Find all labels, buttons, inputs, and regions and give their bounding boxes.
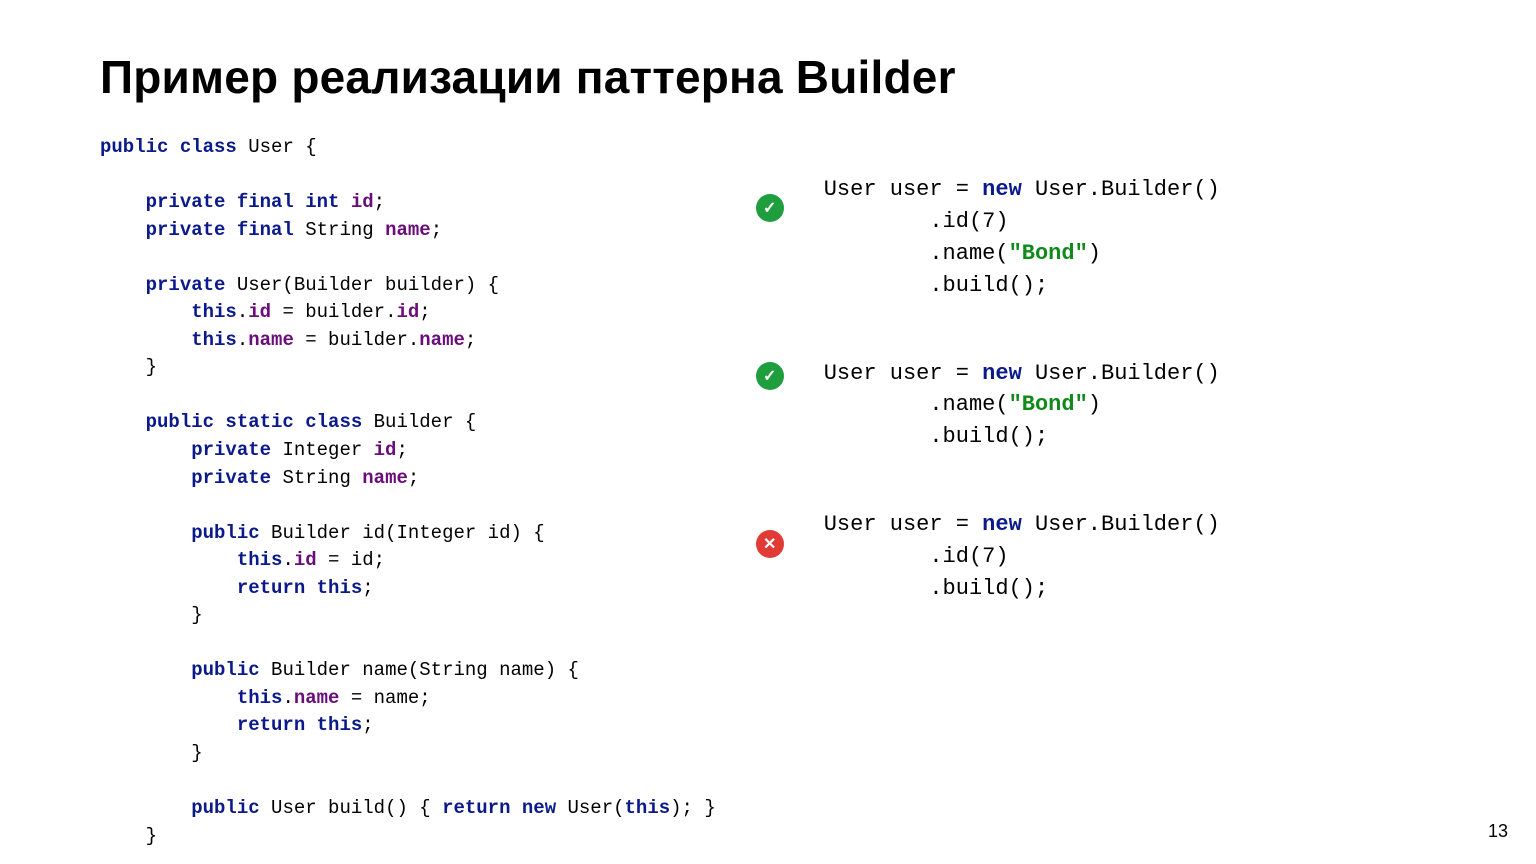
txt-userdecl: User user = — [824, 361, 982, 386]
txt-userdecl: User user = — [824, 512, 982, 537]
example-3: User user = new User.Builder() .id(7) .b… — [824, 509, 1220, 605]
brace-close: } — [191, 742, 202, 764]
check-glyph: ✓ — [763, 198, 776, 218]
code-left: public class User { private final int id… — [100, 134, 716, 864]
fld-id: id — [396, 301, 419, 323]
txt-id-call: .id(7) — [824, 544, 1009, 569]
kw-public-class: public class — [100, 136, 248, 158]
kw-public-static-class: public static class — [146, 411, 374, 433]
txt-name-call: .name( — [824, 241, 1009, 266]
kw-new: new — [982, 361, 1035, 386]
dot: . — [282, 687, 293, 709]
txt-build-call: .build(); — [824, 424, 1048, 449]
txt-string: String — [282, 467, 362, 489]
str-bond: "Bond" — [1009, 392, 1088, 417]
txt-build-call: .build(); — [824, 576, 1048, 601]
txt-builder-call: User.Builder() — [1035, 361, 1220, 386]
kw-this: this — [237, 549, 283, 571]
kw-this: this — [237, 687, 283, 709]
txt-name-call: .name( — [824, 392, 1009, 417]
kw-public: public — [191, 797, 271, 819]
fld-name: name — [419, 329, 465, 351]
txt-assign: = builder. — [271, 301, 396, 323]
txt-builder: Builder { — [374, 411, 477, 433]
txt-build: User build() { — [271, 797, 442, 819]
check-icon: ✓ — [756, 362, 784, 390]
txt-id-call: .id(7) — [824, 209, 1009, 234]
dot: . — [282, 549, 293, 571]
kw-new: new — [982, 177, 1035, 202]
cross-icon: ✕ — [756, 530, 784, 558]
kw-public: public — [191, 659, 271, 681]
txt-id-method: Builder id(Integer id) { — [271, 522, 545, 544]
kw-return-new: return new — [442, 797, 567, 819]
page-number: 13 — [1488, 821, 1508, 842]
txt-integer: Integer — [282, 439, 373, 461]
txt-build-call: .build(); — [824, 273, 1048, 298]
kw-new: new — [982, 512, 1035, 537]
fld-name: name — [248, 329, 294, 351]
fld-id: id — [351, 191, 374, 213]
page-title: Пример реализации паттерна Builder — [100, 50, 1436, 104]
kw-public: public — [191, 522, 271, 544]
txt-close: ); } — [670, 797, 716, 819]
txt-ctor: User(Builder builder) { — [237, 274, 499, 296]
kw-return-this: return this — [237, 714, 362, 736]
kw-private: private — [191, 439, 282, 461]
txt-user: User { — [248, 136, 316, 158]
paren: ) — [1088, 392, 1101, 417]
slide-body: public class User { private final int id… — [100, 134, 1436, 864]
kw-this: this — [625, 797, 671, 819]
fld-name: name — [385, 219, 431, 241]
txt-name-method: Builder name(String name) { — [271, 659, 579, 681]
kw-return-this: return this — [237, 577, 362, 599]
cross-glyph: ✕ — [763, 534, 776, 554]
txt-userdecl: User user = — [824, 177, 982, 202]
txt-builder-call: User.Builder() — [1035, 177, 1220, 202]
semi: ; — [431, 219, 442, 241]
brace-close: } — [146, 356, 157, 378]
txt-assign-name: = name; — [339, 687, 430, 709]
check-icon: ✓ — [756, 194, 784, 222]
txt-assign-id: = id; — [317, 549, 385, 571]
brace-close: } — [191, 604, 202, 626]
semi: ; — [396, 439, 407, 461]
semi: ; — [419, 301, 430, 323]
txt-string: String — [305, 219, 385, 241]
examples: User user = new User.Builder() .id(7) .n… — [824, 174, 1220, 605]
semi: ; — [362, 577, 373, 599]
txt-user-paren: User( — [568, 797, 625, 819]
fld-id: id — [294, 549, 317, 571]
semi: ; — [362, 714, 373, 736]
semi: ; — [374, 191, 385, 213]
txt-builder-call: User.Builder() — [1035, 512, 1220, 537]
example-2: User user = new User.Builder() .name("Bo… — [824, 358, 1220, 454]
kw-private: private — [191, 467, 282, 489]
kw-private-final-int: private final int — [146, 191, 351, 213]
slide: Пример реализации паттерна Builder publi… — [0, 0, 1536, 864]
right-column: ✓ ✓ ✕ User user = new User.Builder() .id… — [756, 134, 1436, 864]
fld-name: name — [362, 467, 408, 489]
semi: ; — [408, 467, 419, 489]
status-icons: ✓ ✓ ✕ — [756, 174, 784, 558]
txt-assign: = builder. — [294, 329, 419, 351]
semi: ; — [465, 329, 476, 351]
dot: . — [237, 301, 248, 323]
example-1: User user = new User.Builder() .id(7) .n… — [824, 174, 1220, 302]
kw-this: this — [191, 329, 237, 351]
fld-id: id — [248, 301, 271, 323]
str-bond: "Bond" — [1009, 241, 1088, 266]
fld-name: name — [294, 687, 340, 709]
brace-close: } — [146, 825, 157, 847]
kw-private-final: private final — [146, 219, 306, 241]
kw-this: this — [191, 301, 237, 323]
fld-id: id — [374, 439, 397, 461]
kw-private: private — [146, 274, 237, 296]
paren: ) — [1088, 241, 1101, 266]
dot: . — [237, 329, 248, 351]
check-glyph: ✓ — [763, 366, 776, 386]
